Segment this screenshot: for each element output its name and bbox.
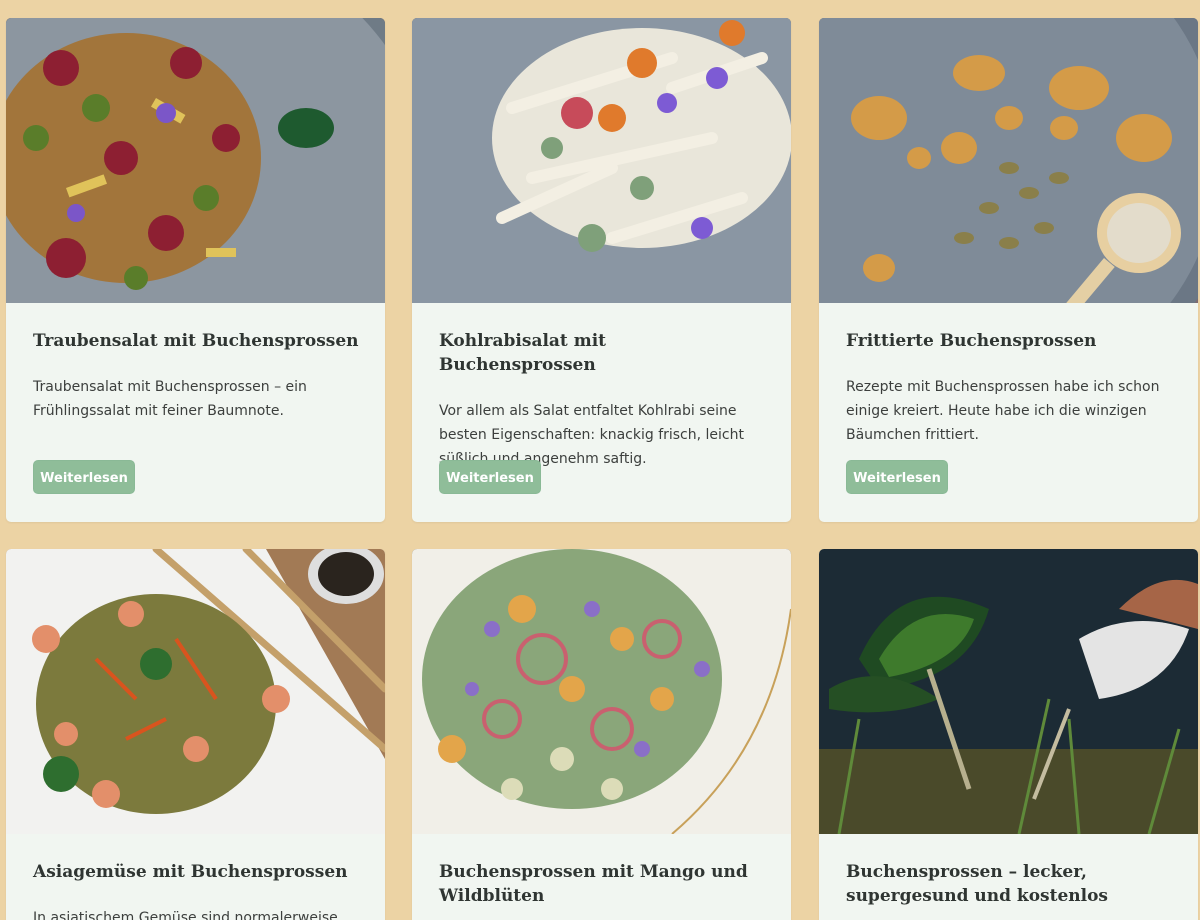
- read-more-button[interactable]: Weiterlesen: [33, 460, 135, 494]
- recipe-card: Traubensalat mit Buchensprossen Traubens…: [6, 18, 385, 522]
- recipe-card: Buchensprossen – lecker, supergesund und…: [819, 549, 1198, 920]
- recipe-photo-grape-salad[interactable]: [6, 18, 385, 303]
- recipe-photo-asian-vegetables[interactable]: [6, 549, 385, 834]
- recipe-photo-kohlrabi-salad[interactable]: [412, 18, 791, 303]
- read-more-button[interactable]: Weiterlesen: [439, 460, 541, 494]
- recipe-card: Frittierte Buchensprossen Rezepte mit Bu…: [819, 18, 1198, 522]
- recipe-photo-fried-sprouts[interactable]: [819, 18, 1198, 303]
- recipe-grid: Traubensalat mit Buchensprossen Traubens…: [0, 0, 1200, 920]
- recipe-excerpt: Rezepte mit Buchensprossen habe ich scho…: [846, 379, 1160, 443]
- recipe-title[interactable]: Buchensprossen mit Mango und Wildblüten: [439, 860, 765, 908]
- recipe-excerpt: Traubensalat mit Buchensprossen – ein Fr…: [33, 379, 307, 419]
- recipe-title[interactable]: Traubensalat mit Buchensprossen: [33, 329, 359, 353]
- recipe-card: Buchensprossen mit Mango und Wildblüten: [412, 549, 791, 920]
- recipe-photo-beech-sprouts[interactable]: [819, 549, 1198, 834]
- recipe-title[interactable]: Kohlrabisalat mit Buchensprossen: [439, 329, 765, 377]
- recipe-title[interactable]: Frittierte Buchensprossen: [846, 329, 1172, 353]
- recipe-title[interactable]: Asiagemüse mit Buchensprossen: [33, 860, 359, 884]
- recipe-card: Kohlrabisalat mit Buchensprossen Vor all…: [412, 18, 791, 522]
- recipe-title[interactable]: Buchensprossen – lecker, supergesund und…: [846, 860, 1172, 908]
- read-more-button[interactable]: Weiterlesen: [846, 460, 948, 494]
- recipe-card: Asiagemüse mit Buchensprossen In asiatis…: [6, 549, 385, 920]
- recipe-photo-mango-wildflowers[interactable]: [412, 549, 791, 834]
- recipe-excerpt: In asiatischem Gemüse sind normalerweise: [33, 910, 338, 920]
